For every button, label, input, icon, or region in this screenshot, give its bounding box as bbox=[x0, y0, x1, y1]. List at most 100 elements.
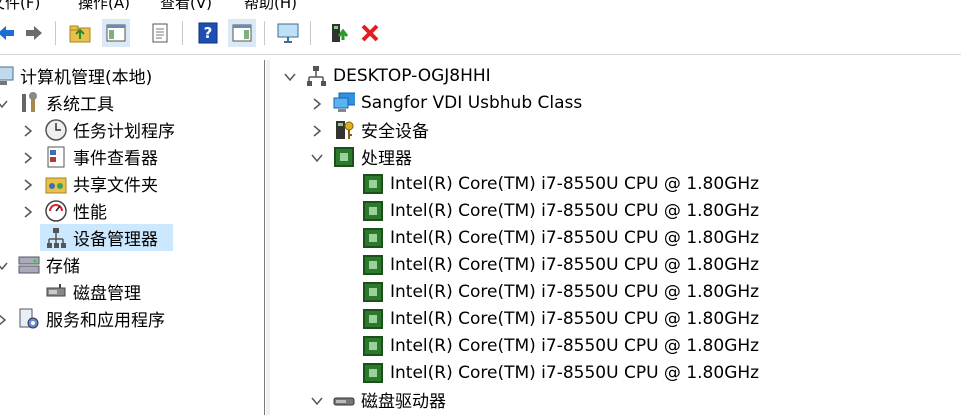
forward-arrow-icon bbox=[26, 26, 42, 40]
processor-item[interactable]: Intel(R) Core(TM) i7-8550U CPU @ 1.80GHz bbox=[362, 305, 759, 332]
device-category-security[interactable]: 安全设备 bbox=[333, 116, 429, 143]
console-tree-pane: 计算机管理(本地) 系统工具 任务计划程序 事件查看器 共享文件夹 性能 设备管… bbox=[0, 60, 265, 415]
tree-item-computer-management[interactable]: 计算机管理(本地) bbox=[0, 62, 152, 89]
chevron-down-icon[interactable] bbox=[0, 98, 8, 110]
processor-icon bbox=[362, 281, 384, 303]
chevron-right-icon[interactable] bbox=[311, 98, 323, 110]
performance-gauge-icon bbox=[45, 199, 67, 222]
processor-icon bbox=[362, 308, 384, 330]
tree-item-label: 磁盘管理 bbox=[73, 284, 141, 304]
device-tree-label: Sangfor VDI Usbhub Class bbox=[361, 92, 583, 113]
clock-icon bbox=[45, 118, 67, 141]
device-category-processors[interactable]: 处理器 bbox=[333, 143, 412, 170]
properties-icon bbox=[152, 23, 168, 43]
update-driver-button[interactable] bbox=[326, 19, 354, 47]
device-manager-icon bbox=[45, 227, 67, 249]
chevron-right-icon[interactable] bbox=[0, 314, 8, 326]
show-hide-action-pane-button[interactable] bbox=[228, 19, 256, 47]
usb-hub-monitor-icon bbox=[333, 92, 355, 114]
event-viewer-icon bbox=[45, 146, 67, 168]
toolbar-separator bbox=[55, 21, 56, 45]
device-category-disk-drives[interactable]: 磁盘驱动器 bbox=[333, 386, 446, 413]
services-icon bbox=[18, 308, 40, 330]
processor-item[interactable]: Intel(R) Core(TM) i7-8550U CPU @ 1.80GHz bbox=[362, 224, 759, 251]
chevron-down-icon[interactable] bbox=[0, 260, 8, 272]
processor-item[interactable]: Intel(R) Core(TM) i7-8550U CPU @ 1.80GHz bbox=[362, 278, 759, 305]
processor-item[interactable]: Intel(R) Core(TM) i7-8550U CPU @ 1.80GHz bbox=[362, 197, 759, 224]
back-button[interactable] bbox=[0, 19, 20, 47]
computer-node-icon bbox=[305, 65, 327, 87]
processor-icon bbox=[362, 200, 384, 222]
chevron-right-icon[interactable] bbox=[22, 206, 34, 218]
properties-button[interactable] bbox=[146, 19, 174, 47]
tree-item-storage[interactable]: 存储 bbox=[18, 251, 80, 278]
tree-item-disk-management[interactable]: 磁盘管理 bbox=[45, 278, 141, 305]
menu-help[interactable]: 帮助(H) bbox=[244, 0, 297, 13]
processor-item[interactable]: Intel(R) Core(TM) i7-8550U CPU @ 1.80GHz bbox=[362, 251, 759, 278]
tree-item-label: 计算机管理(本地) bbox=[20, 68, 153, 88]
tree-item-task-scheduler[interactable]: 任务计划程序 bbox=[45, 116, 175, 143]
storage-icon bbox=[18, 254, 40, 276]
processor-label: Intel(R) Core(TM) i7-8550U CPU @ 1.80GHz bbox=[390, 362, 760, 383]
device-tree-label: DESKTOP-OGJ8HHI bbox=[333, 65, 491, 86]
tree-item-label: 共享文件夹 bbox=[73, 176, 158, 196]
processor-item[interactable]: Intel(R) Core(TM) i7-8550U CPU @ 1.80GHz bbox=[362, 332, 759, 359]
tree-item-event-viewer[interactable]: 事件查看器 bbox=[45, 143, 158, 170]
chevron-right-icon[interactable] bbox=[311, 125, 323, 137]
chevron-down-icon[interactable] bbox=[311, 152, 323, 164]
folder-up-icon bbox=[69, 25, 91, 43]
processor-item[interactable]: Intel(R) Core(TM) i7-8550U CPU @ 1.80GHz bbox=[362, 359, 759, 386]
tree-item-system-tools[interactable]: 系统工具 bbox=[18, 89, 114, 116]
device-tree-label: 磁盘驱动器 bbox=[361, 392, 446, 412]
svg-text:?: ? bbox=[204, 24, 213, 42]
update-driver-icon bbox=[332, 24, 349, 42]
chevron-right-icon[interactable] bbox=[22, 125, 34, 137]
computer-management-icon bbox=[0, 65, 14, 87]
back-arrow-icon bbox=[0, 26, 14, 40]
monitor-scan-icon bbox=[277, 23, 299, 43]
menu-action[interactable]: 操作(A) bbox=[78, 0, 130, 13]
pane-splitter[interactable] bbox=[266, 60, 270, 415]
processor-icon bbox=[362, 362, 384, 384]
chevron-right-icon[interactable] bbox=[22, 152, 34, 164]
chevron-right-icon[interactable] bbox=[22, 179, 34, 191]
chevron-down-icon[interactable] bbox=[284, 71, 296, 83]
help-icon: ? bbox=[198, 22, 218, 44]
menu-view[interactable]: 查看(V) bbox=[160, 0, 212, 13]
processor-label: Intel(R) Core(TM) i7-8550U CPU @ 1.80GHz bbox=[390, 254, 760, 275]
chevron-down-icon[interactable] bbox=[311, 395, 323, 407]
uninstall-device-button[interactable] bbox=[356, 19, 384, 47]
tree-item-label: 性能 bbox=[73, 203, 107, 223]
processor-label: Intel(R) Core(TM) i7-8550U CPU @ 1.80GHz bbox=[390, 335, 760, 356]
scan-hardware-button[interactable] bbox=[274, 19, 302, 47]
processor-item[interactable]: Intel(R) Core(TM) i7-8550U CPU @ 1.80GHz bbox=[362, 170, 759, 197]
toolbar-separator bbox=[264, 21, 265, 45]
processor-label: Intel(R) Core(TM) i7-8550U CPU @ 1.80GHz bbox=[390, 281, 760, 302]
processor-icon bbox=[362, 254, 384, 276]
tree-item-performance[interactable]: 性能 bbox=[45, 197, 107, 224]
processor-label: Intel(R) Core(TM) i7-8550U CPU @ 1.80GHz bbox=[390, 227, 760, 248]
tree-item-shared-folders[interactable]: 共享文件夹 bbox=[45, 170, 158, 197]
tree-item-services-apps[interactable]: 服务和应用程序 bbox=[18, 305, 165, 332]
tools-icon bbox=[18, 91, 40, 114]
device-tree-label: 安全设备 bbox=[361, 122, 429, 142]
device-category-usbhub[interactable]: Sangfor VDI Usbhub Class bbox=[333, 89, 582, 116]
processor-icon bbox=[362, 227, 384, 249]
up-level-button[interactable] bbox=[66, 19, 94, 47]
device-tree-pane: DESKTOP-OGJ8HHI Sangfor VDI Usbhub Class… bbox=[271, 60, 961, 415]
menu-bar: 文件(F) 操作(A) 查看(V) 帮助(H) bbox=[0, 0, 961, 12]
forward-button[interactable] bbox=[20, 19, 48, 47]
help-button[interactable]: ? bbox=[194, 19, 222, 47]
show-hide-console-tree-button[interactable] bbox=[102, 19, 130, 47]
device-tree-computer[interactable]: DESKTOP-OGJ8HHI bbox=[305, 62, 491, 89]
toolbar-separator bbox=[182, 21, 183, 45]
tree-item-label: 系统工具 bbox=[46, 95, 114, 115]
processor-label: Intel(R) Core(TM) i7-8550U CPU @ 1.80GHz bbox=[390, 173, 760, 194]
toolbar: ? bbox=[0, 14, 961, 55]
toolbar-separator bbox=[310, 21, 311, 45]
tree-item-device-manager[interactable]: 设备管理器 bbox=[40, 224, 173, 251]
tree-item-label: 事件查看器 bbox=[73, 149, 158, 169]
processor-icon bbox=[362, 335, 384, 357]
tree-item-label: 服务和应用程序 bbox=[46, 311, 165, 331]
menu-file[interactable]: 文件(F) bbox=[0, 0, 40, 13]
